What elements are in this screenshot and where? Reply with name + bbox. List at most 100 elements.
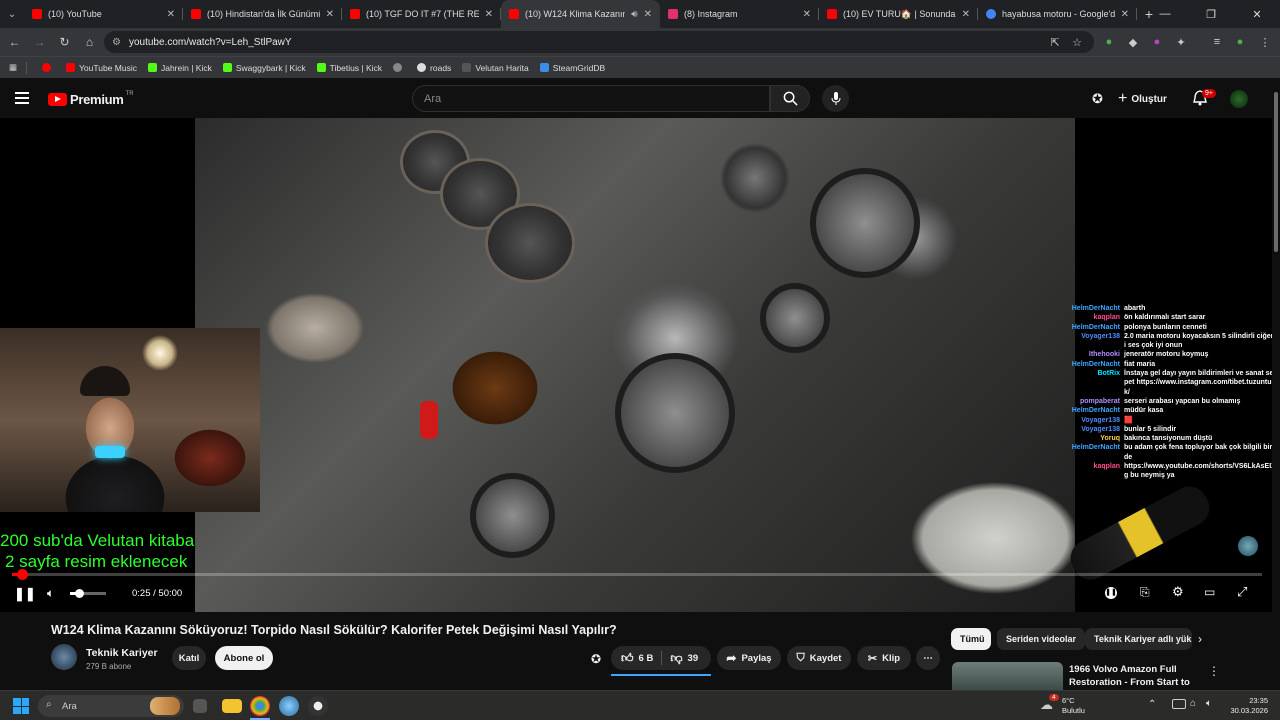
monitor-icon[interactable] xyxy=(1172,699,1186,709)
join-button[interactable]: Katıl xyxy=(172,646,206,670)
filter-chip[interactable]: Seriden videolar xyxy=(997,628,1086,650)
extensions-puzzle-icon[interactable]: ✦ xyxy=(1170,28,1192,56)
profile-avatar-icon[interactable]: ● xyxy=(1229,28,1251,56)
channel-avatar[interactable] xyxy=(51,644,77,670)
bookmark-item[interactable]: YouTube Music xyxy=(66,63,137,73)
bookmark-star-icon[interactable]: ☆ xyxy=(1066,28,1088,56)
filter-chip[interactable]: Teknik Kariyer adlı yüklemeler xyxy=(1085,628,1192,650)
chevron-right-icon[interactable]: › xyxy=(1198,632,1202,646)
reading-list-icon[interactable]: ≡ xyxy=(1206,28,1228,56)
browser-tab[interactable]: (10) YouTube ✕ xyxy=(24,0,183,28)
tab-close-icon[interactable]: ✕ xyxy=(803,9,811,20)
file-explorer-icon[interactable] xyxy=(222,699,242,713)
browser-tab[interactable]: hayabusa motoru - Google'da ✕ xyxy=(978,0,1137,28)
search-button[interactable] xyxy=(770,85,810,112)
theater-mode-icon[interactable]: ▭ xyxy=(1204,585,1215,599)
volume-icon[interactable]: 🔈︎ xyxy=(47,586,54,601)
forward-icon[interactable]: → xyxy=(27,35,52,49)
bookmark-item[interactable]: Tibetius | Kick xyxy=(316,63,382,73)
account-avatar[interactable] xyxy=(1230,90,1248,108)
voice-search-button[interactable] xyxy=(822,85,849,112)
browser-tab[interactable]: (10) W124 Klima Kazanını S 🔊︎ ✕ xyxy=(501,0,660,28)
dislike-button[interactable]: 👎︎ 39 xyxy=(670,651,698,666)
home-icon[interactable]: ⌂ xyxy=(77,35,102,49)
tab-close-icon[interactable]: ✕ xyxy=(485,9,493,20)
obs-icon[interactable] xyxy=(308,696,328,716)
subtitles-icon[interactable]: ⎘ xyxy=(1140,585,1150,600)
autoplay-toggle[interactable]: ❚❚ xyxy=(1105,587,1117,599)
close-window-icon[interactable]: ✕ xyxy=(1234,0,1280,28)
network-icon[interactable]: ⌂ xyxy=(1190,698,1196,709)
app-icon[interactable] xyxy=(279,696,299,716)
clip-button[interactable]: ✂ Klip xyxy=(857,646,911,670)
settings-gear-icon[interactable]: ⚙ xyxy=(1172,584,1184,600)
bookmark-item[interactable]: Swaggybark | Kick xyxy=(222,62,306,73)
volume-knob[interactable] xyxy=(75,589,84,598)
install-app-icon[interactable]: ⇱ xyxy=(1044,28,1066,56)
site-info-icon[interactable]: ⚙ xyxy=(112,37,121,48)
premium-bonus-icon[interactable]: ✪ xyxy=(591,652,601,666)
tab-audio-icon[interactable]: 🔊︎ xyxy=(631,9,637,20)
apps-grid-icon[interactable]: ▦ xyxy=(0,62,26,73)
clock[interactable]: 23:35 30.03.2026 xyxy=(1228,696,1268,716)
bookmark-item[interactable]: roads xyxy=(417,63,451,73)
speaker-icon[interactable]: 🔈︎ xyxy=(1206,698,1212,709)
browser-tab[interactable]: (10) EV TURU🏠 | Sonunda o v ✕ xyxy=(819,0,978,28)
logo-text: Premium xyxy=(70,92,124,107)
filter-chip[interactable]: Tümü xyxy=(951,628,991,650)
pulley xyxy=(760,283,830,353)
more-actions-icon[interactable]: ⋯ xyxy=(916,646,940,670)
create-button[interactable]: + Oluştur xyxy=(1118,88,1167,110)
minimize-icon[interactable]: — xyxy=(1142,0,1188,28)
back-icon[interactable]: ← xyxy=(2,35,27,49)
extension-icon[interactable]: ◆ xyxy=(1122,28,1144,56)
search-input[interactable]: Ara xyxy=(412,85,770,112)
tab-close-icon[interactable]: ✕ xyxy=(326,9,334,20)
task-view-icon[interactable] xyxy=(193,699,207,713)
browser-tab[interactable]: (8) Instagram ✕ xyxy=(660,0,819,28)
related-video-thumbnail[interactable] xyxy=(952,662,1063,690)
reload-icon[interactable]: ↻ xyxy=(52,35,77,49)
save-button[interactable]: ⛉ Kaydet xyxy=(787,646,851,670)
share-button[interactable]: ➦ Paylaş xyxy=(717,646,781,670)
channel-name[interactable]: Teknik Kariyer xyxy=(86,647,158,659)
page-scrollbar[interactable] xyxy=(1272,80,1280,690)
windows-start-icon[interactable] xyxy=(13,698,29,714)
chat-message: HelmDerNacht bu adam çok fena topluyor ba… xyxy=(1044,443,1272,462)
bookmark-item[interactable] xyxy=(42,63,55,72)
subscribe-button[interactable]: Abone ol xyxy=(215,646,273,670)
menu-icon[interactable] xyxy=(15,92,29,104)
volume-slider[interactable] xyxy=(70,589,106,598)
scrollbar-thumb[interactable] xyxy=(1274,92,1278,252)
tab-search-icon[interactable]: ⌄ xyxy=(0,0,24,28)
maximize-icon[interactable]: ❐ xyxy=(1188,0,1234,28)
browser-tab[interactable]: (10) Hindistan'da İlk Günümüz ✕ xyxy=(183,0,342,28)
tab-close-icon[interactable]: ✕ xyxy=(1121,9,1129,20)
tab-close-icon[interactable]: ✕ xyxy=(167,9,175,20)
bookmark-label: Swaggybark | Kick xyxy=(235,62,306,73)
weather-widget[interactable]: 6°C Bulutlu xyxy=(1062,696,1085,716)
bookmark-item[interactable]: Jahrein | Kick xyxy=(147,63,212,73)
related-more-icon[interactable]: ⋮ xyxy=(1208,664,1220,678)
extension-icon[interactable]: ● xyxy=(1098,28,1120,56)
premium-bonus-icon[interactable]: ✪ xyxy=(1092,91,1103,107)
taskbar-search[interactable]: ⌕ Ara xyxy=(38,695,184,717)
bookmark-item[interactable]: SteamGridDB xyxy=(539,63,605,73)
browser-menu-icon[interactable]: ⋮ xyxy=(1254,28,1276,56)
like-button[interactable]: 👍︎ 6 B xyxy=(621,651,653,666)
address-bar[interactable]: ⚙ youtube.com/watch?v=Leh_StlPawY xyxy=(104,31,1094,53)
pause-button[interactable]: ❚❚ xyxy=(14,586,36,602)
fullscreen-icon[interactable]: ⤢ xyxy=(1237,584,1247,600)
tab-close-icon[interactable]: ✕ xyxy=(644,9,652,20)
bookmark-item[interactable] xyxy=(393,63,406,73)
tab-close-icon[interactable]: ✕ xyxy=(962,9,970,20)
bookmark-item[interactable]: Velutan Harita xyxy=(462,63,529,73)
chrome-icon[interactable] xyxy=(250,696,270,716)
progress-bar[interactable] xyxy=(12,569,1262,580)
progress-scrubber[interactable] xyxy=(17,569,29,580)
browser-tab[interactable]: (10) TGF DO IT #7 (THE RETURN ✕ xyxy=(342,0,501,28)
extension-icon[interactable]: ● xyxy=(1146,28,1168,56)
youtube-logo[interactable]: Premium TR xyxy=(48,91,134,107)
video-player[interactable]: 200 sub'da Velutan kitaba 2 sayfa resim … xyxy=(0,118,1272,612)
tray-overflow-icon[interactable]: ⌃ xyxy=(1148,699,1156,710)
